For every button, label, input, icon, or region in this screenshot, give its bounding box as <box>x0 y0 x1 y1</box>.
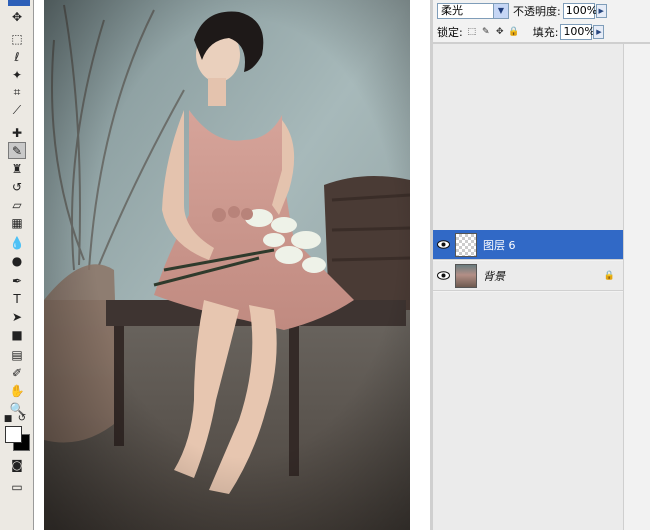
lock-fill-row: 锁定: ⬚ ✎ ✥ 🔒 填充: 100% ▶ <box>437 23 605 41</box>
move-tool-icon[interactable]: ✥ <box>8 8 26 25</box>
tools-panel: ✥ ⬚ ℓ ✦ ⌗ ⟋ ✚ ✎ ♜ ↺ ▱ ▦ 💧 ● ✒ T ➤ ■ ▤ ✐ ✋ 🔍 ◙ ▭ ■ ↺ <box>0 0 34 530</box>
screen-mode-icon[interactable]: ▭ <box>8 478 26 495</box>
lock-position-icon[interactable]: ✥ <box>495 27 505 38</box>
layers-list-blank <box>433 292 623 530</box>
fill-slider-arrow-icon[interactable]: ▶ <box>593 25 605 39</box>
layer-row-layer6[interactable]: 图层 6 <box>433 230 623 260</box>
lock-transparent-pixels-icon[interactable]: ⬚ <box>467 27 477 38</box>
document-canvas[interactable] <box>34 0 430 530</box>
default-colors-icon[interactable]: ■ <box>2 410 14 427</box>
layer-lock-icon: 🔒 <box>603 270 615 281</box>
notes-tool-icon[interactable]: ▤ <box>8 346 26 363</box>
blur-tool-icon[interactable]: 💧 <box>8 234 26 251</box>
blend-mode-value: 柔光 <box>441 4 463 17</box>
path-selection-tool-icon[interactable]: ➤ <box>8 308 26 325</box>
layer-name: 背景 <box>483 269 505 283</box>
eraser-tool-icon[interactable]: ▱ <box>8 196 26 213</box>
pen-tool-icon[interactable]: ✒ <box>8 272 26 289</box>
clone-stamp-tool-icon[interactable]: ♜ <box>8 160 26 177</box>
layer-row-background[interactable]: 背景 🔒 <box>433 261 623 291</box>
layers-list-empty-area <box>433 44 623 230</box>
opacity-slider-arrow-icon[interactable]: ▶ <box>595 4 607 18</box>
shape-tool-icon[interactable]: ■ <box>8 326 26 343</box>
crop-tool-icon[interactable]: ⌗ <box>8 84 26 101</box>
layers-panel: 柔光 ▼ 不透明度: 100% ▶ 锁定: ⬚ ✎ ✥ 🔒 填充: 100% ▶… <box>430 0 650 530</box>
dodge-tool-icon[interactable]: ● <box>8 252 26 269</box>
fill-label: 填充: <box>532 26 559 39</box>
visibility-eye-icon[interactable] <box>433 271 453 280</box>
brush-tool-icon[interactable]: ✎ <box>8 142 26 159</box>
layer-thumbnail <box>455 232 477 257</box>
blend-mode-select[interactable]: 柔光 ▼ <box>437 3 509 19</box>
opacity-label: 不透明度: <box>513 5 561 18</box>
eyedropper-tool-icon[interactable]: ✐ <box>8 364 26 381</box>
fill-field[interactable]: 100% <box>560 24 595 40</box>
lock-all-icon[interactable]: 🔒 <box>508 27 519 38</box>
quick-mask-icon[interactable]: ◙ <box>8 456 26 473</box>
lock-image-pixels-icon[interactable]: ✎ <box>481 27 491 38</box>
blend-opacity-row: 柔光 ▼ 不透明度: 100% ▶ <box>437 2 607 20</box>
slice-tool-icon[interactable]: ⟋ <box>8 102 26 119</box>
visibility-eye-icon[interactable] <box>433 240 453 249</box>
tools-panel-header <box>8 0 30 6</box>
chevron-down-icon[interactable]: ▼ <box>493 4 508 18</box>
swap-colors-icon[interactable]: ↺ <box>16 410 28 427</box>
foreground-color-swatch[interactable] <box>5 426 22 443</box>
gradient-tool-icon[interactable]: ▦ <box>8 214 26 231</box>
lasso-tool-icon[interactable]: ℓ <box>8 48 26 65</box>
healing-brush-tool-icon[interactable]: ✚ <box>8 124 26 141</box>
history-brush-tool-icon[interactable]: ↺ <box>8 178 26 195</box>
magic-wand-tool-icon[interactable]: ✦ <box>8 66 26 83</box>
type-tool-icon[interactable]: T <box>8 290 26 307</box>
lock-label: 锁定: <box>437 26 463 39</box>
panel-scroll-strip[interactable] <box>623 44 650 530</box>
marquee-tool-icon[interactable]: ⬚ <box>8 30 26 47</box>
canvas-photo <box>44 0 410 530</box>
layer-name: 图层 6 <box>483 238 516 252</box>
hand-tool-icon[interactable]: ✋ <box>8 382 26 399</box>
opacity-field[interactable]: 100% <box>562 3 597 19</box>
layer-thumbnail <box>455 263 477 288</box>
